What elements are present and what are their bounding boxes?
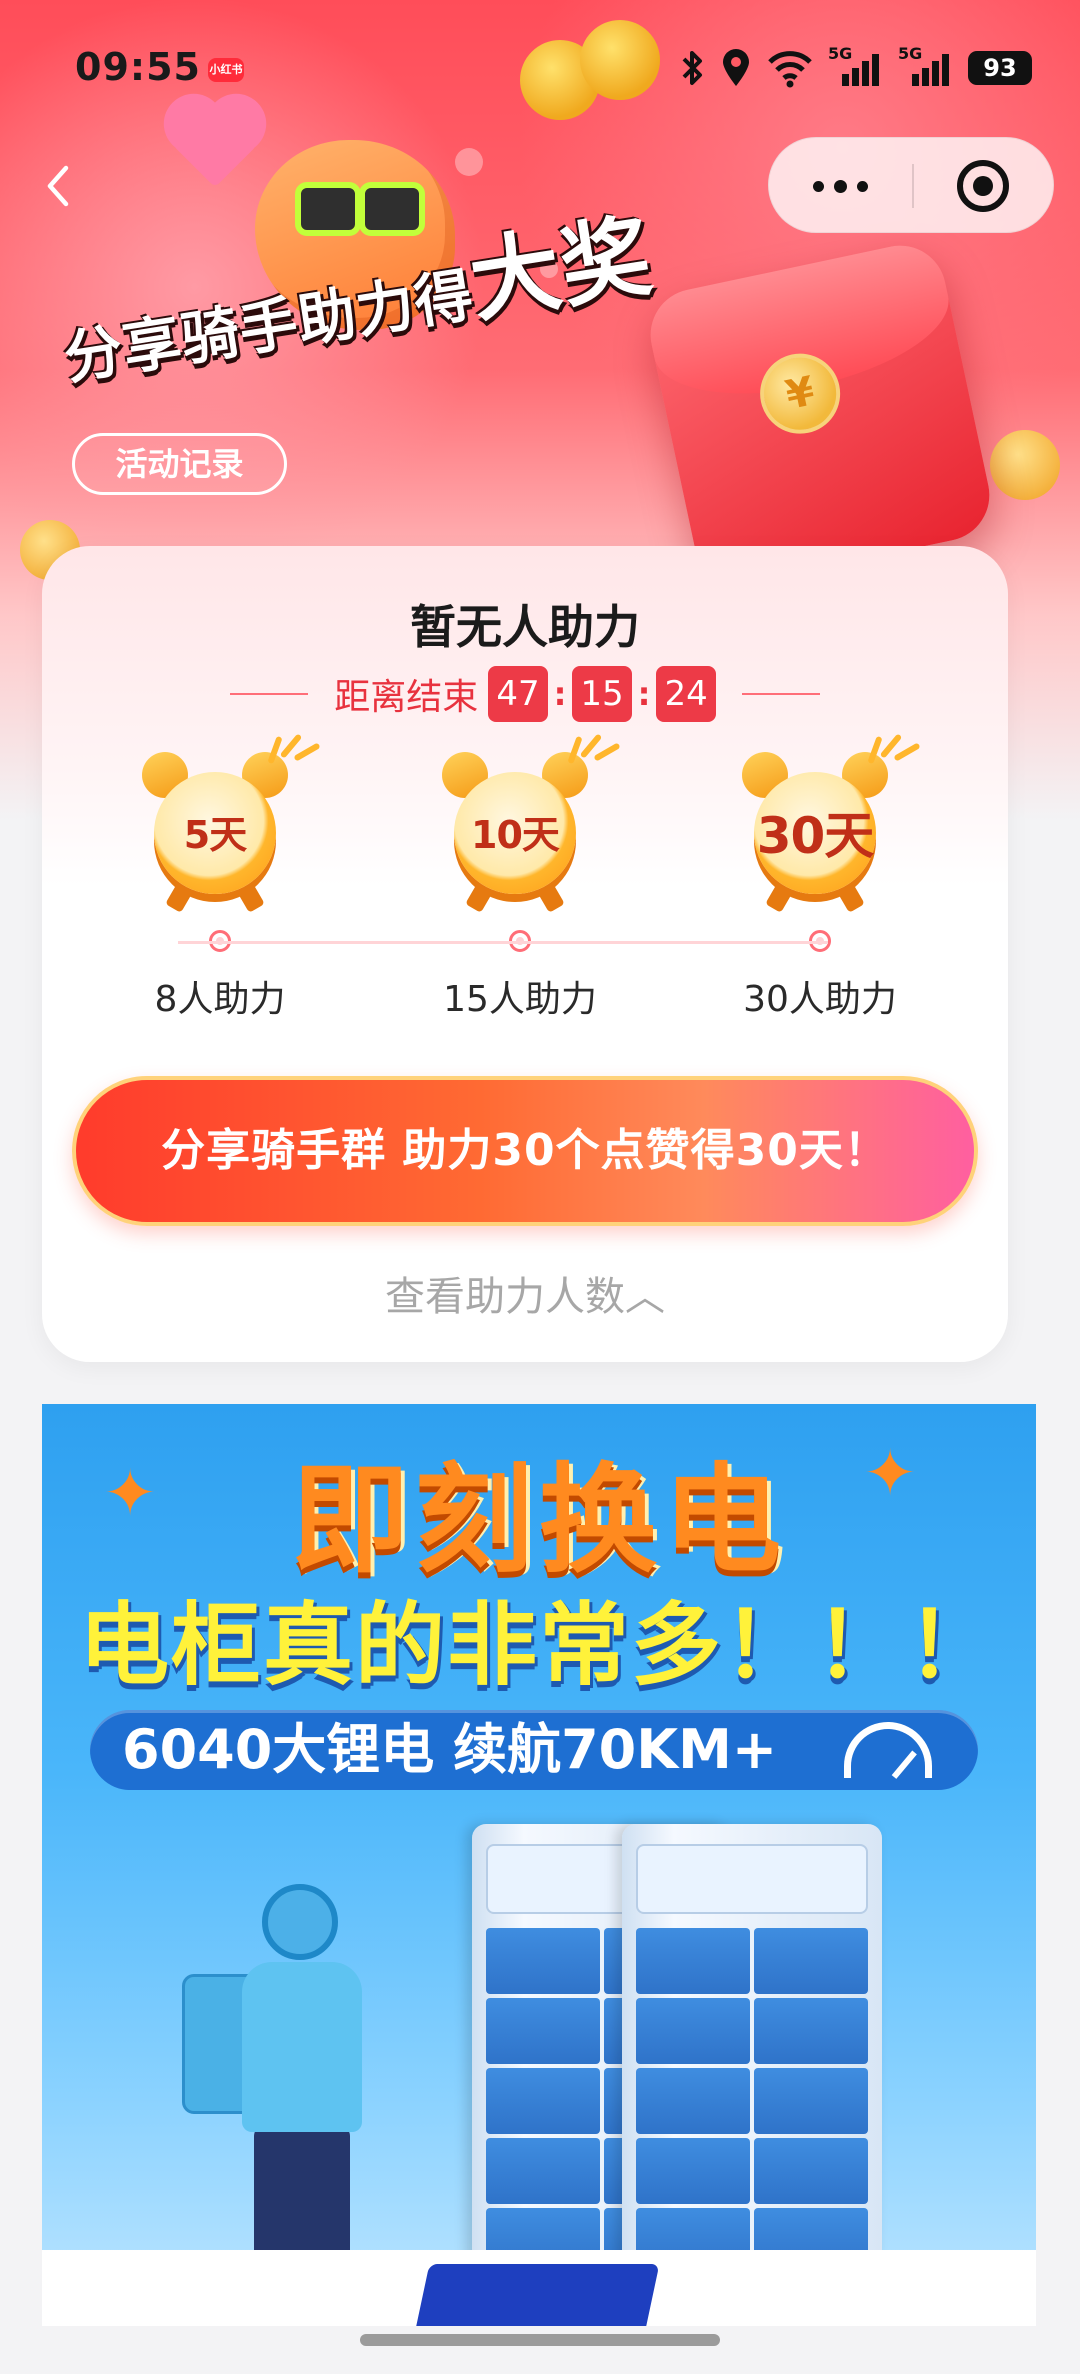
- milestone-days: 5天: [183, 813, 247, 857]
- chevron-left-icon: [47, 165, 69, 207]
- red-envelope-illustration: ¥: [642, 237, 998, 593]
- yuan-coin-icon: ¥: [752, 346, 848, 442]
- decor-bubble: [455, 148, 483, 176]
- hero-title-prefix: 分享骑手助力得: [59, 260, 479, 393]
- back-button[interactable]: [38, 160, 78, 212]
- banner-next-graphic: [414, 2264, 660, 2326]
- alarm-clock-icon: 10天: [440, 733, 621, 913]
- battery-icon: 93: [968, 51, 1032, 85]
- countdown-label: 距离结束: [334, 677, 479, 718]
- milestone-progress-track: [178, 941, 828, 944]
- status-icons: 5G 5G 93: [680, 44, 1032, 88]
- battery-swap-ad-banner[interactable]: ✦ ✦ 即刻换电 电柜真的非常多！！！ 6040大锂电 续航70KM+: [42, 1404, 1036, 2326]
- divider-line: [741, 693, 820, 695]
- mini-program-capsule: [768, 137, 1054, 233]
- target-icon[interactable]: [957, 160, 1009, 212]
- milestone-5-days: 5天: [98, 733, 338, 1006]
- banner-headline: 即刻换电: [290, 1451, 787, 1589]
- alarm-clock-icon: 5天: [140, 733, 321, 913]
- share-rider-group-button[interactable]: 分享骑手群 助力30个点赞得30天！: [72, 1076, 978, 1226]
- milestone-label: 15人助力: [443, 979, 597, 1020]
- bluetooth-icon: [680, 48, 706, 88]
- countdown-hours: 47: [488, 666, 548, 722]
- divider-line: [230, 693, 309, 695]
- assist-status-title: 暂无人助力: [410, 600, 640, 654]
- signal-icon: 5G: [828, 44, 884, 88]
- countdown-seconds: 24: [656, 666, 716, 722]
- home-indicator[interactable]: [360, 2334, 720, 2346]
- location-icon: [720, 48, 752, 88]
- capsule-divider: [912, 164, 914, 208]
- milestone-30-days: 30天: [698, 733, 938, 1006]
- activity-record-button[interactable]: 活动记录: [72, 433, 287, 495]
- status-time: 09:55: [75, 45, 201, 89]
- countdown-colon: :: [637, 675, 651, 713]
- status-bar: 09:55 小红书 5G 5G 93: [0, 0, 1080, 140]
- milestone-label: 8人助力: [154, 979, 286, 1020]
- hero-title-big: 大奖: [463, 203, 660, 336]
- assist-card: 暂无人助力 距离结束 47 : 15 : 24 5天 10天 30天 8人助力 …: [42, 546, 1008, 1362]
- banner-spec-text: 6040大锂电 续航70KM+: [122, 1718, 778, 1781]
- banner-bottom-strip: [42, 2250, 1036, 2326]
- countdown-colon: :: [553, 675, 567, 713]
- banner-subheadline: 电柜真的非常多！！！: [79, 1593, 999, 1698]
- milestone-10-days: 10天: [398, 733, 638, 1006]
- signal-icon: 5G: [898, 44, 954, 88]
- speedometer-icon: [844, 1722, 932, 1778]
- milestone-days: 30天: [756, 807, 875, 865]
- countdown-minutes: 15: [572, 666, 632, 722]
- milestone-label: 30人助力: [743, 979, 897, 1020]
- banner-spec-pill: 6040大锂电 续航70KM+: [90, 1710, 978, 1790]
- wifi-icon: [766, 48, 814, 88]
- countdown: 距离结束 47 : 15 : 24: [42, 666, 1008, 722]
- app-badge: 小红书: [208, 58, 244, 82]
- view-assist-count-link[interactable]: 查看助力人数︿: [42, 1264, 1008, 1322]
- network-label: 5G: [898, 44, 923, 63]
- decor-bubble: [990, 430, 1060, 500]
- alarm-clock-icon: 30天: [740, 733, 921, 913]
- more-dots-icon[interactable]: [769, 138, 912, 234]
- network-label: 5G: [828, 44, 853, 63]
- milestone-days: 10天: [471, 813, 560, 857]
- delivery-rider-image: [182, 1884, 382, 2294]
